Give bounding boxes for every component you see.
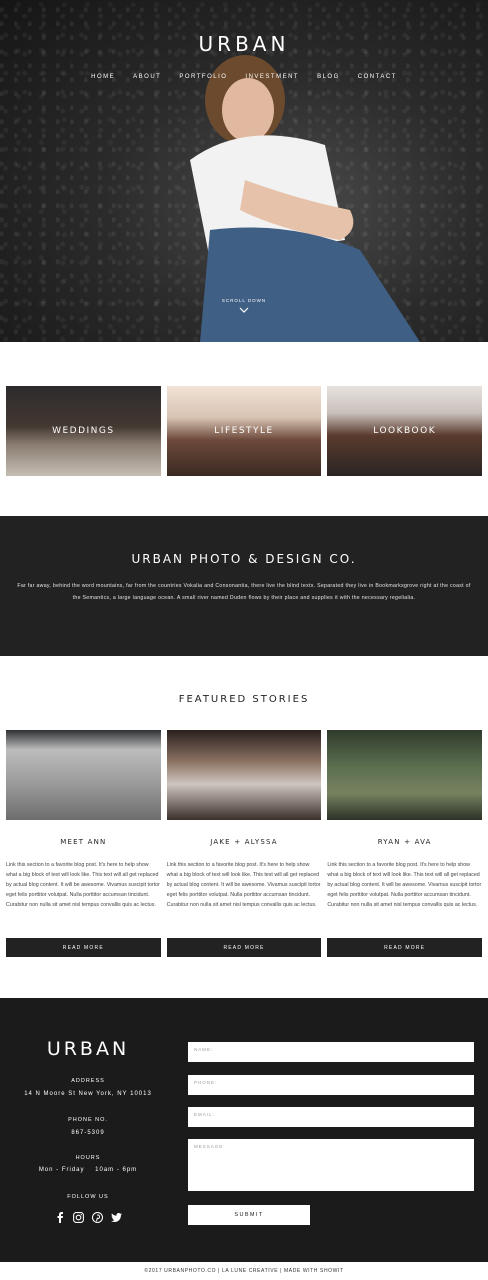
category-label: WEDDINGS — [52, 426, 115, 436]
nav-contact[interactable]: CONTACT — [358, 74, 397, 80]
phone-label: PHONE NO. — [68, 1117, 108, 1123]
category-label: LIFESTYLE — [214, 426, 274, 436]
category-tile-lookbook[interactable]: LOOKBOOK — [327, 386, 483, 476]
chevron-down-icon[interactable] — [239, 306, 249, 314]
story-excerpt: Link this section to a favorite blog pos… — [166, 862, 321, 908]
story-title[interactable]: JAKE + ALYSSA — [167, 838, 322, 846]
story-photo[interactable] — [327, 730, 483, 820]
story-photo[interactable] — [166, 730, 322, 820]
name-field[interactable]: NAME: — [188, 1042, 474, 1062]
story-card: MEET ANN Link this section to a favorite… — [6, 730, 161, 957]
featured-stories: MEET ANN Link this section to a favorite… — [6, 730, 483, 957]
nav-about[interactable]: ABOUT — [133, 74, 161, 80]
social-links — [0, 1212, 176, 1223]
nav-portfolio[interactable]: PORTFOLIO — [179, 74, 227, 80]
read-more-button[interactable]: READ MORE — [327, 938, 483, 957]
follow-label: FOLLOW US — [67, 1194, 109, 1200]
hours-label: HOURS — [75, 1155, 101, 1161]
read-more-button[interactable]: READ MORE — [166, 938, 322, 957]
featured-title: FEATURED STORIES — [178, 694, 310, 705]
story-photo[interactable] — [6, 730, 161, 820]
submit-button[interactable]: SUBMIT — [188, 1205, 310, 1225]
story-excerpt: Link this section to a favorite blog pos… — [327, 862, 482, 908]
read-more-button[interactable]: READ MORE — [6, 938, 161, 957]
story-card: RYAN + AVA Link this section to a favori… — [327, 730, 483, 957]
hero-section: URBAN HOME ABOUT PORTFOLIO INVESTMENT BL… — [0, 0, 488, 342]
hours-value: Mon - Friday 10am - 6pm — [38, 1167, 138, 1173]
pinterest-icon[interactable] — [92, 1212, 103, 1223]
copyright-text: ©2017 URBANPHOTO.CO | LA LUNE CREATIVE |… — [144, 1268, 344, 1274]
footer-info: URBAN ADDRESS 14 N Moore St New York, NY… — [0, 998, 176, 1262]
main-nav: HOME ABOUT PORTFOLIO INVESTMENT BLOG CON… — [0, 74, 488, 80]
about-section: URBAN PHOTO & DESIGN CO. Far far away, b… — [0, 516, 488, 656]
name-placeholder: NAME: — [194, 1047, 214, 1052]
address-label: ADDRESS — [71, 1078, 105, 1084]
phone-field[interactable]: PHONE: — [188, 1075, 474, 1095]
nav-home[interactable]: HOME — [91, 74, 115, 80]
email-field[interactable]: EMAIL: — [188, 1107, 474, 1127]
story-excerpt: Link this section to a favorite blog pos… — [6, 862, 160, 908]
site-logo[interactable]: URBAN — [0, 32, 488, 56]
category-tiles: WEDDINGS LIFESTYLE LOOKBOOK — [6, 386, 483, 476]
twitter-icon[interactable] — [111, 1212, 122, 1223]
category-tile-lifestyle[interactable]: LIFESTYLE — [166, 386, 322, 476]
email-placeholder: EMAIL: — [194, 1112, 215, 1117]
story-title[interactable]: MEET ANN — [6, 838, 161, 846]
nav-blog[interactable]: BLOG — [317, 74, 340, 80]
address-value: 14 N Moore St New York, NY 10013 — [24, 1091, 152, 1097]
category-tile-weddings[interactable]: WEDDINGS — [6, 386, 161, 476]
nav-investment[interactable]: INVESTMENT — [245, 74, 299, 80]
phone-placeholder: PHONE: — [194, 1080, 218, 1085]
story-title[interactable]: RYAN + AVA — [327, 838, 482, 846]
scroll-down[interactable]: SCROLL DOWN — [0, 298, 488, 314]
message-field[interactable]: MESSAGE: — [188, 1139, 474, 1191]
about-title: URBAN PHOTO & DESIGN CO. — [131, 552, 357, 566]
about-body: Far far away, behind the word mountains,… — [17, 583, 471, 601]
footer-logo[interactable]: URBAN — [0, 1038, 176, 1060]
category-label: LOOKBOOK — [373, 426, 437, 436]
phone-value: 867-5309 — [71, 1130, 105, 1136]
instagram-icon[interactable] — [73, 1212, 84, 1223]
message-placeholder: MESSAGE: — [194, 1144, 226, 1149]
facebook-icon[interactable] — [54, 1212, 65, 1223]
story-card: JAKE + ALYSSA Link this section to a fav… — [166, 730, 322, 957]
scroll-down-label: SCROLL DOWN — [221, 298, 267, 303]
